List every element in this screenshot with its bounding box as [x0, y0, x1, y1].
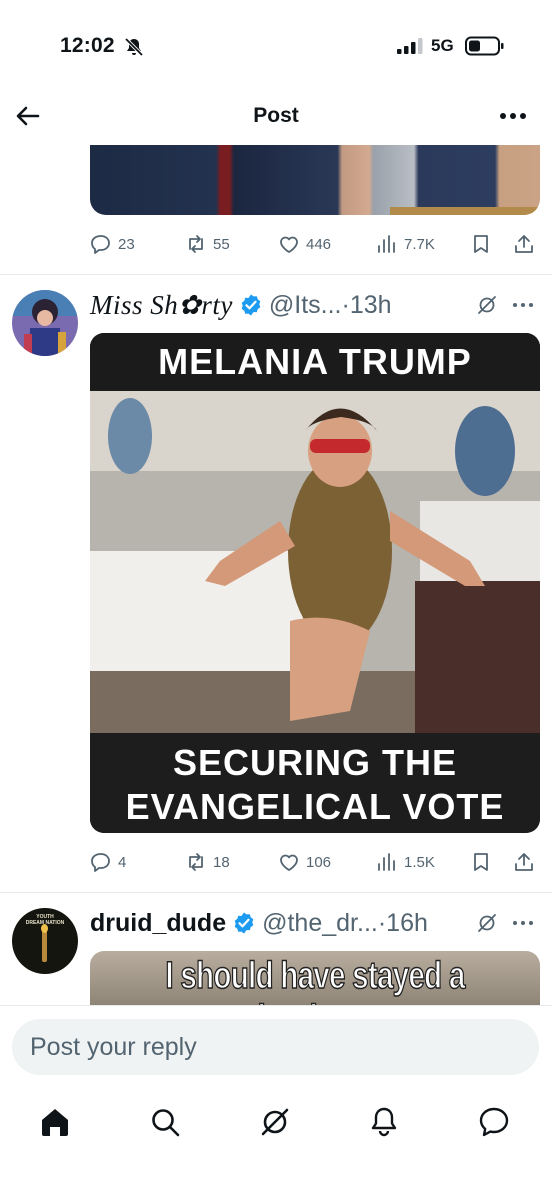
avatar[interactable]: [12, 290, 78, 356]
views-icon: [378, 235, 395, 253]
top-header: Post: [0, 92, 552, 140]
reply-count: 4: [118, 853, 127, 871]
repost-icon: [189, 853, 203, 871]
verified-badge-icon: [241, 294, 261, 316]
tweet-3-header: druid_dude @the_dr... · 16h: [90, 906, 428, 940]
timestamp[interactable]: 13h: [350, 291, 392, 320]
avatar-flame: [41, 924, 48, 933]
tweet-3-media[interactable]: I should have stayed a hooker...: [90, 951, 540, 1005]
handle[interactable]: @Its...: [269, 291, 342, 320]
divider: [0, 892, 552, 893]
timestamp[interactable]: 16h: [386, 909, 428, 938]
reply-button[interactable]: 4: [90, 847, 126, 877]
repost-button[interactable]: 55: [185, 229, 230, 259]
tweet-2-tools: [476, 288, 534, 322]
meme-top-caption: MELANIA TRUMP: [90, 333, 540, 391]
status-time: 12:02: [60, 34, 115, 57]
divider: [0, 274, 552, 275]
grok-icon[interactable]: [258, 1105, 292, 1139]
repost-count: 18: [213, 853, 230, 871]
bookmark-button[interactable]: [470, 847, 492, 877]
handle[interactable]: @the_dr...: [262, 909, 378, 938]
avatar-candle: [42, 930, 47, 962]
bell-slash-icon: [124, 37, 144, 57]
heart-icon: [280, 236, 298, 253]
repost-count: 55: [213, 235, 230, 253]
separator: ·: [341, 290, 350, 319]
tweet-2-actions: 4 18 106 1.5K: [90, 847, 540, 877]
views-count: 7.7K: [404, 235, 435, 253]
like-count: 446: [306, 235, 332, 253]
messages-icon[interactable]: [477, 1105, 511, 1139]
search-icon[interactable]: [148, 1105, 182, 1139]
bookmark-icon: [474, 235, 488, 253]
views-icon: [378, 853, 395, 871]
bookmark-button[interactable]: [470, 229, 492, 259]
share-button[interactable]: [513, 847, 535, 877]
status-bar: 12:02 5G: [0, 0, 552, 90]
avatar[interactable]: YOUTH DREAM NATION: [12, 908, 78, 974]
tweet-2-header: Miss Sh✿rty @Its... · 13h: [90, 288, 392, 322]
avatar-image: [12, 290, 78, 356]
views-button[interactable]: 7.7K: [376, 229, 435, 259]
home-icon[interactable]: [38, 1105, 72, 1139]
tweet-2-media[interactable]: MELANIA TRUMP SECURING THE EVANGELICAL V…: [90, 333, 540, 833]
display-name[interactable]: Miss Sh✿rty: [90, 290, 233, 321]
meme-bottom-caption-line2: EVANGELICAL VOTE: [125, 786, 505, 827]
page-title: Post: [253, 104, 299, 127]
meme-photo: [90, 391, 540, 733]
network-label: 5G: [431, 36, 454, 55]
tweet-1-actions: 23 55 446 7.7K: [90, 229, 540, 259]
share-icon: [515, 235, 533, 253]
separator: ·: [377, 908, 387, 937]
notifications-icon[interactable]: [367, 1105, 401, 1139]
grok-icon[interactable]: [476, 294, 498, 316]
repost-icon: [189, 235, 203, 253]
meme-bottom-caption-line1: SECURING THE: [172, 742, 458, 783]
repost-button[interactable]: 18: [185, 847, 230, 877]
signal-icon: [397, 38, 423, 54]
tweet-1-media[interactable]: [90, 145, 540, 215]
reply-button[interactable]: 23: [90, 229, 135, 259]
reply-icon: [91, 235, 110, 254]
reply-input[interactable]: Post your reply: [12, 1019, 539, 1075]
meme-bottom-caption: SECURING THE EVANGELICAL VOTE: [90, 733, 540, 833]
more-horizontal-icon[interactable]: [512, 918, 534, 928]
more-horizontal-icon[interactable]: [512, 300, 534, 310]
reply-icon: [91, 853, 110, 872]
reply-composer: Post your reply: [0, 1005, 552, 1090]
verified-badge-icon: [234, 912, 254, 934]
meme-caption: I should have stayed a hooker...: [165, 954, 466, 1005]
like-count: 106: [306, 853, 332, 871]
more-horizontal-icon[interactable]: [498, 104, 528, 128]
grok-icon[interactable]: [476, 912, 498, 934]
like-button[interactable]: 106: [278, 847, 331, 877]
views-count: 1.5K: [404, 853, 435, 871]
bookmark-icon: [474, 853, 488, 871]
reply-count: 23: [118, 235, 135, 253]
bottom-tab-bar: [0, 1090, 552, 1200]
tweet-3-tools: [476, 906, 534, 940]
views-button[interactable]: 1.5K: [376, 847, 435, 877]
share-button[interactable]: [513, 229, 535, 259]
like-button[interactable]: 446: [278, 229, 331, 259]
display-name[interactable]: druid_dude: [90, 909, 226, 938]
battery-icon: [465, 36, 504, 56]
share-icon: [515, 853, 533, 871]
heart-icon: [280, 854, 298, 871]
